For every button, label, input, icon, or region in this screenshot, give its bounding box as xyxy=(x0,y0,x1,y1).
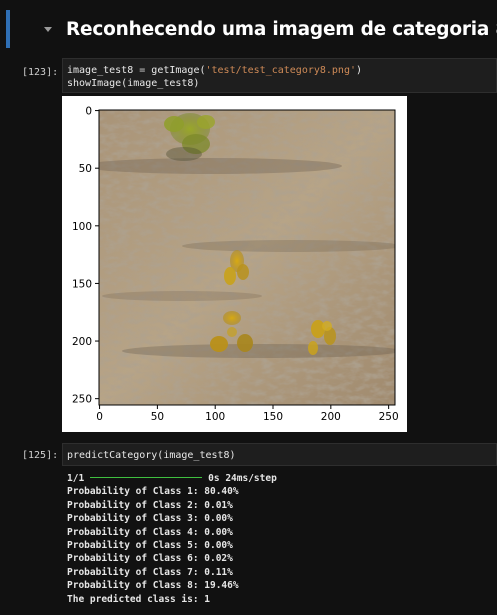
x-tick-label: 150 xyxy=(263,411,283,423)
image-plot-output: 0 50 100 150 200 250 0 50 100 150 200 250 xyxy=(62,96,407,432)
output-line: Probability of Class 1: 80.40% xyxy=(67,486,239,498)
code-var: image_test8 xyxy=(67,65,134,76)
x-tick-label: 50 xyxy=(151,411,164,423)
output-line: Probability of Class 3: 0.00% xyxy=(67,513,233,525)
output-line: Probability of Class 8: 19.46% xyxy=(67,580,239,592)
y-tick-label: 100 xyxy=(72,221,92,233)
y-tick-label: 200 xyxy=(72,336,92,348)
soil-image xyxy=(99,110,395,405)
cell-prompt-125: [125]: xyxy=(22,450,59,461)
collapse-chevron-icon[interactable] xyxy=(44,27,52,32)
y-tick-label: 0 xyxy=(85,106,92,118)
code-close: ) xyxy=(356,65,363,76)
progress-time: 0s 24ms/step xyxy=(208,473,277,484)
code-op: = xyxy=(133,65,152,76)
code-line-2: showImage(image_test8) xyxy=(67,78,200,89)
output-lines: Probability of Class 1: 80.40% Probabilit… xyxy=(67,485,277,606)
code-line: predictCategory(image_test8) xyxy=(67,450,236,461)
progress-row: 1/1 0s 24ms/step xyxy=(67,472,277,485)
y-tick-label: 50 xyxy=(79,163,92,175)
code-cell-123[interactable]: image_test8 = getImage('test/test_catego… xyxy=(62,58,497,93)
progress-step: 1/1 xyxy=(67,473,85,484)
output-line: The predicted class is: 1 xyxy=(67,593,210,605)
output-line: Probability of Class 7: 0.11% xyxy=(67,566,233,578)
output-line: Probability of Class 5: 0.00% xyxy=(67,539,233,551)
cell-selection-bar xyxy=(6,10,10,48)
code-cell-125[interactable]: predictCategory(image_test8) xyxy=(62,443,497,466)
progress-bar xyxy=(90,477,203,478)
output-line: Probability of Class 2: 0.01% xyxy=(67,499,233,511)
output-line: Probability of Class 6: 0.02% xyxy=(67,553,233,565)
x-tick-label: 200 xyxy=(321,411,341,423)
y-tick-label: 250 xyxy=(72,394,92,406)
code-string: 'test/test_category8.png' xyxy=(205,65,356,76)
x-tick-label: 0 xyxy=(96,411,103,423)
section-heading: Reconhecendo uma imagem de categoria 8 xyxy=(66,19,497,40)
x-tick-label: 250 xyxy=(379,411,399,423)
code-line-1: image_test8 = getImage('test/test_catego… xyxy=(67,64,496,77)
x-tick-label: 100 xyxy=(205,411,225,423)
cell-prompt-123: [123]: xyxy=(22,67,59,78)
code-fn: getImage( xyxy=(151,65,206,76)
y-tick-label: 150 xyxy=(72,278,92,290)
cell-output: 1/1 0s 24ms/step Probability of Class 1: … xyxy=(67,472,277,606)
plot-svg: 0 50 100 150 200 250 0 50 100 150 200 250 xyxy=(72,106,399,423)
output-line: Probability of Class 4: 0.00% xyxy=(67,526,233,538)
